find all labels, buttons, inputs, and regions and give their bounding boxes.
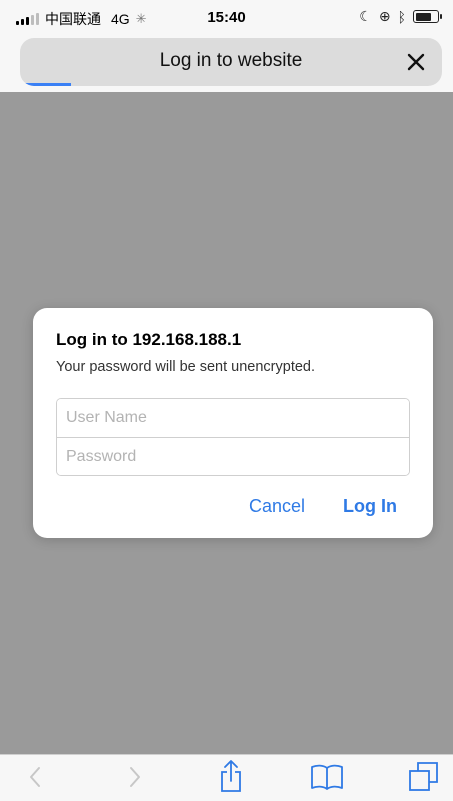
- dialog-message: Your password will be sent unencrypted.: [56, 359, 316, 375]
- moon-icon: ☾: [359, 8, 372, 24]
- username-field[interactable]: [57, 399, 409, 437]
- progress-fill: [20, 83, 71, 86]
- battery-icon: [413, 10, 442, 23]
- status-right: ☾ ⊕ ᛒ: [359, 8, 442, 25]
- forward-icon: [130, 767, 140, 787]
- cancel-button[interactable]: Cancel: [249, 496, 305, 517]
- back-button[interactable]: [24, 762, 48, 797]
- back-icon: [30, 767, 40, 787]
- close-icon: [407, 53, 425, 71]
- login-dialog: Log in to 192.168.188.1 Your password wi…: [33, 308, 433, 538]
- login-button[interactable]: Log In: [343, 496, 397, 517]
- bluetooth-icon: ᛒ: [397, 8, 406, 25]
- tabs-button[interactable]: [408, 761, 440, 798]
- page-load-progress: [20, 83, 442, 86]
- bottom-toolbar: [0, 754, 453, 801]
- address-title: Log in to website: [159, 50, 303, 71]
- dialog-title: Log in to 192.168.188.1: [56, 330, 242, 349]
- share-button[interactable]: [218, 759, 244, 798]
- rotation-lock-icon: ⊕: [378, 8, 391, 24]
- close-button[interactable]: [400, 46, 432, 78]
- password-field[interactable]: [57, 438, 409, 475]
- status-bar: 中国联通 4G ✳ 15:40 ☾ ⊕ ᛒ: [0, 0, 453, 36]
- bookmarks-button[interactable]: [310, 763, 344, 796]
- credential-fields: [56, 398, 410, 476]
- forward-button[interactable]: [122, 762, 146, 797]
- tabs-icon: [409, 762, 438, 791]
- bookmarks-icon: [311, 764, 343, 790]
- share-icon: [221, 760, 241, 792]
- dialog-buttons: Cancel Log In: [249, 496, 397, 517]
- address-bar[interactable]: Log in to website: [20, 38, 442, 86]
